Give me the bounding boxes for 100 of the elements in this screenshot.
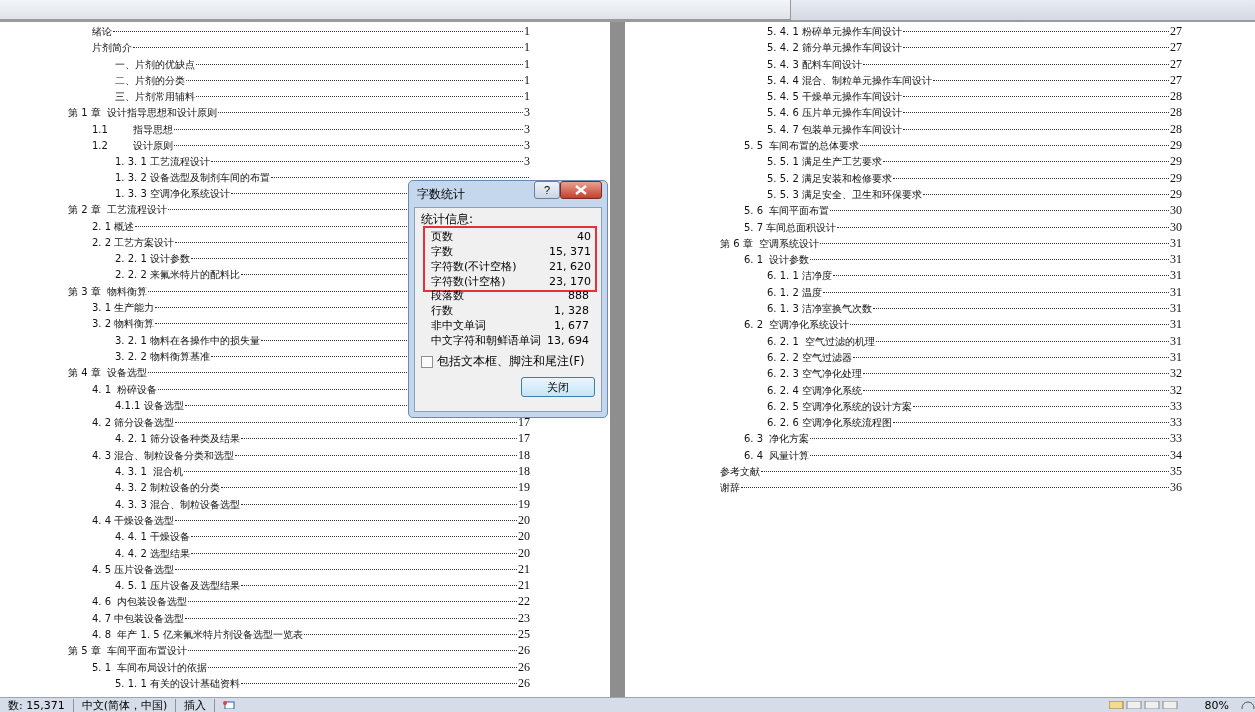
toc-entry[interactable]: 6. 4 风量计算	[744, 447, 810, 464]
toc-entry[interactable]: 2. 1 概述	[92, 218, 135, 235]
toc-entry[interactable]: 5. 4. 4 混合、制粒单元操作车间设计	[767, 72, 932, 90]
toc-entry[interactable]: 第 3 章 物料衡算	[68, 283, 148, 301]
toc-entry[interactable]: 4. 1 粉碎设备	[92, 381, 158, 398]
toc-entry[interactable]: 5. 4. 1 粉碎单元操作车间设计	[767, 24, 902, 41]
toc-entry[interactable]: 第 5 章 车间平面布置设计	[68, 643, 188, 660]
status-item[interactable]: 中文(简体，中国)	[73, 698, 177, 712]
toc-entry[interactable]: 4. 3. 1 混合机	[115, 464, 184, 481]
page-number: 1	[524, 39, 530, 56]
toc-entry[interactable]: 5. 4. 5 干燥单元操作车间设计	[767, 89, 902, 106]
toc-entry[interactable]: 5. 4. 6 压片单元操作车间设计	[767, 105, 902, 122]
toc-entry[interactable]: 谢辞	[720, 480, 740, 497]
toc-entry[interactable]: 2. 2. 2 来氟米特片的配料比	[115, 267, 240, 284]
close-dialog-button[interactable]: 关闭	[521, 377, 595, 397]
toc-entry[interactable]: 6. 2. 2 空气过滤器	[767, 349, 852, 367]
page-number: 17	[518, 430, 530, 447]
toc-entry[interactable]: 4. 3. 2 制粒设备的分类	[115, 480, 220, 497]
page-number: 3	[524, 120, 530, 138]
page-number: 31	[1170, 300, 1182, 317]
zoom-out-icon[interactable]	[1241, 701, 1255, 709]
toc-entry[interactable]: 6. 1. 2 温度	[767, 284, 822, 302]
status-item[interactable]: 插入	[176, 698, 216, 712]
toc-entry[interactable]: 参考文献	[720, 464, 760, 481]
toc-entry[interactable]: 3. 1 生产能力	[92, 300, 155, 317]
toc-entry[interactable]: 4. 6 内包装设备选型	[92, 594, 188, 611]
toc-entry[interactable]: 2. 2 工艺方案设计	[92, 234, 175, 252]
close-icon	[575, 185, 587, 195]
page-number: 1	[524, 88, 530, 105]
toc-entry[interactable]: 5. 4. 2 筛分单元操作车间设计	[767, 40, 902, 57]
page-number: 1	[524, 55, 530, 72]
macro-icon[interactable]	[223, 701, 236, 709]
toc-entry[interactable]: 三、片剂常用辅料	[115, 89, 195, 106]
toc-entry[interactable]: 4. 4. 1 干燥设备	[115, 529, 190, 546]
toc-entry[interactable]: 片剂简介	[92, 40, 132, 57]
toc-entry[interactable]: 5. 5. 2 满足安装和检修要求	[767, 170, 892, 187]
toc-entry[interactable]: 5. 1. 1 有关的设计基础资料	[115, 675, 240, 693]
page-number: 28	[1170, 104, 1182, 121]
stat-value: 1, 677	[554, 318, 589, 333]
page-number: 30	[1170, 218, 1182, 235]
toc-entry[interactable]: 5. 1 车间布局设计的依据	[92, 659, 208, 676]
page-number: 21	[518, 577, 530, 594]
toc-entry[interactable]: 二、片剂的分类	[115, 72, 185, 90]
stat-label: 页数	[431, 229, 453, 244]
toc-entry[interactable]: 6. 3 净化方案	[744, 431, 810, 448]
toc-entry[interactable]: 6. 1 设计参数	[744, 252, 810, 269]
toc-entry[interactable]: 第 6 章 空调系统设计	[720, 235, 820, 253]
toc-entry[interactable]: 4. 2. 1 筛分设备种类及结果	[115, 431, 240, 448]
toc-entry[interactable]: 4. 4. 2 选型结果	[115, 545, 190, 562]
toc-entry[interactable]: 5. 4. 7 包装单元操作车间设计	[767, 121, 902, 139]
status-item[interactable]: 数: 15,371	[0, 698, 74, 712]
toc-entry[interactable]: 4. 4 干燥设备选型	[92, 512, 175, 530]
page-number: 29	[1170, 169, 1182, 186]
toc-entry[interactable]: 6. 1. 1 洁净度	[767, 268, 832, 285]
toc-entry[interactable]: 3. 2. 1 物料在各操作中的损失量	[115, 332, 260, 349]
toc-entry[interactable]: 4. 7 中包装设备选型	[92, 610, 185, 627]
toc-entry[interactable]: 6. 1. 3 洁净室换气次数	[767, 301, 872, 318]
toc-entry[interactable]: 5. 7 车间总面积设计	[744, 219, 837, 236]
toc-entry[interactable]: 4. 3 混合、制粒设备分类和选型	[92, 447, 235, 464]
page-number: 20	[518, 528, 530, 545]
toc-entry[interactable]: 6. 2. 4 空调净化系统	[767, 382, 862, 399]
toc-entry[interactable]: 6. 2. 1 空气过滤的机理	[767, 333, 876, 350]
toc-entry[interactable]: 5. 4. 3 配料车间设计	[767, 56, 862, 73]
toc-entry[interactable]: 4. 5. 1 压片设备及选型结果	[115, 578, 240, 595]
toc-entry[interactable]: 3. 2 物料衡算	[92, 316, 155, 333]
toc-entry[interactable]: 4. 8 年产 1. 5 亿来氟米特片剂设备选型一览表	[92, 627, 303, 644]
checkbox[interactable]	[421, 355, 433, 368]
page-number: 31	[1170, 316, 1182, 333]
zoom-level[interactable]: 80%	[1204, 698, 1229, 712]
toc-entry[interactable]: 第 2 章 工艺流程设计	[68, 202, 168, 219]
toc-entry[interactable]: 3. 2. 2 物料衡算基准	[115, 348, 210, 366]
toc-entry[interactable]: 2. 2. 1 设计参数	[115, 251, 190, 268]
toc-entry[interactable]: 5. 6 车间平面布置	[744, 203, 830, 220]
toc-entry[interactable]: 4.1.1 设备选型	[115, 397, 184, 415]
toc-entry[interactable]: 5. 5. 1 满足生产工艺要求	[767, 154, 882, 171]
toc-entry[interactable]: 绪论	[92, 24, 112, 41]
toc-entry[interactable]: 4. 3. 3 混合、制粒设备选型	[115, 496, 240, 513]
toc-entry[interactable]: 4. 5 压片设备选型	[92, 561, 175, 579]
toc-entry[interactable]: 1.2 设计原则	[92, 138, 174, 155]
toc-entry[interactable]: 6. 2. 6 空调净化系统流程图	[767, 415, 892, 432]
toc-entry[interactable]: 1.1 指导思想	[92, 121, 174, 139]
page-number: 18	[518, 463, 530, 480]
toc-entry[interactable]: 6. 2. 5 空调净化系统的设计方案	[767, 398, 912, 416]
page-number: 19	[518, 495, 530, 512]
page-number: 31	[1170, 267, 1182, 284]
toc-entry[interactable]: 5. 5. 3 满足安全、卫生和环保要求	[767, 186, 922, 204]
toc-entry[interactable]: 1. 3. 2 设备选型及制剂车间的布置	[115, 169, 270, 186]
toc-entry[interactable]: 5. 5 车间布置的总体要求	[744, 138, 860, 155]
toc-entry[interactable]: 1. 3. 1 工艺流程设计	[115, 154, 210, 171]
toc-entry[interactable]: 6. 2. 3 空气净化处理	[767, 366, 862, 383]
page-number: 32	[1170, 365, 1182, 382]
toc-entry[interactable]: 第 4 章 设备选型	[68, 365, 148, 382]
close-button[interactable]	[560, 181, 602, 199]
toc-entry[interactable]: 一、片剂的优缺点	[115, 56, 195, 73]
toc-entry[interactable]: 6. 2 空调净化系统设计	[744, 317, 850, 334]
toc-entry[interactable]: 1. 3. 3 空调净化系统设计	[115, 185, 230, 203]
help-button[interactable]: ?	[534, 181, 560, 199]
page-number: 33	[1170, 430, 1182, 447]
toc-entry[interactable]: 4. 2 筛分设备选型	[92, 415, 175, 432]
toc-entry[interactable]: 第 1 章 设计指导思想和设计原则	[68, 105, 218, 122]
